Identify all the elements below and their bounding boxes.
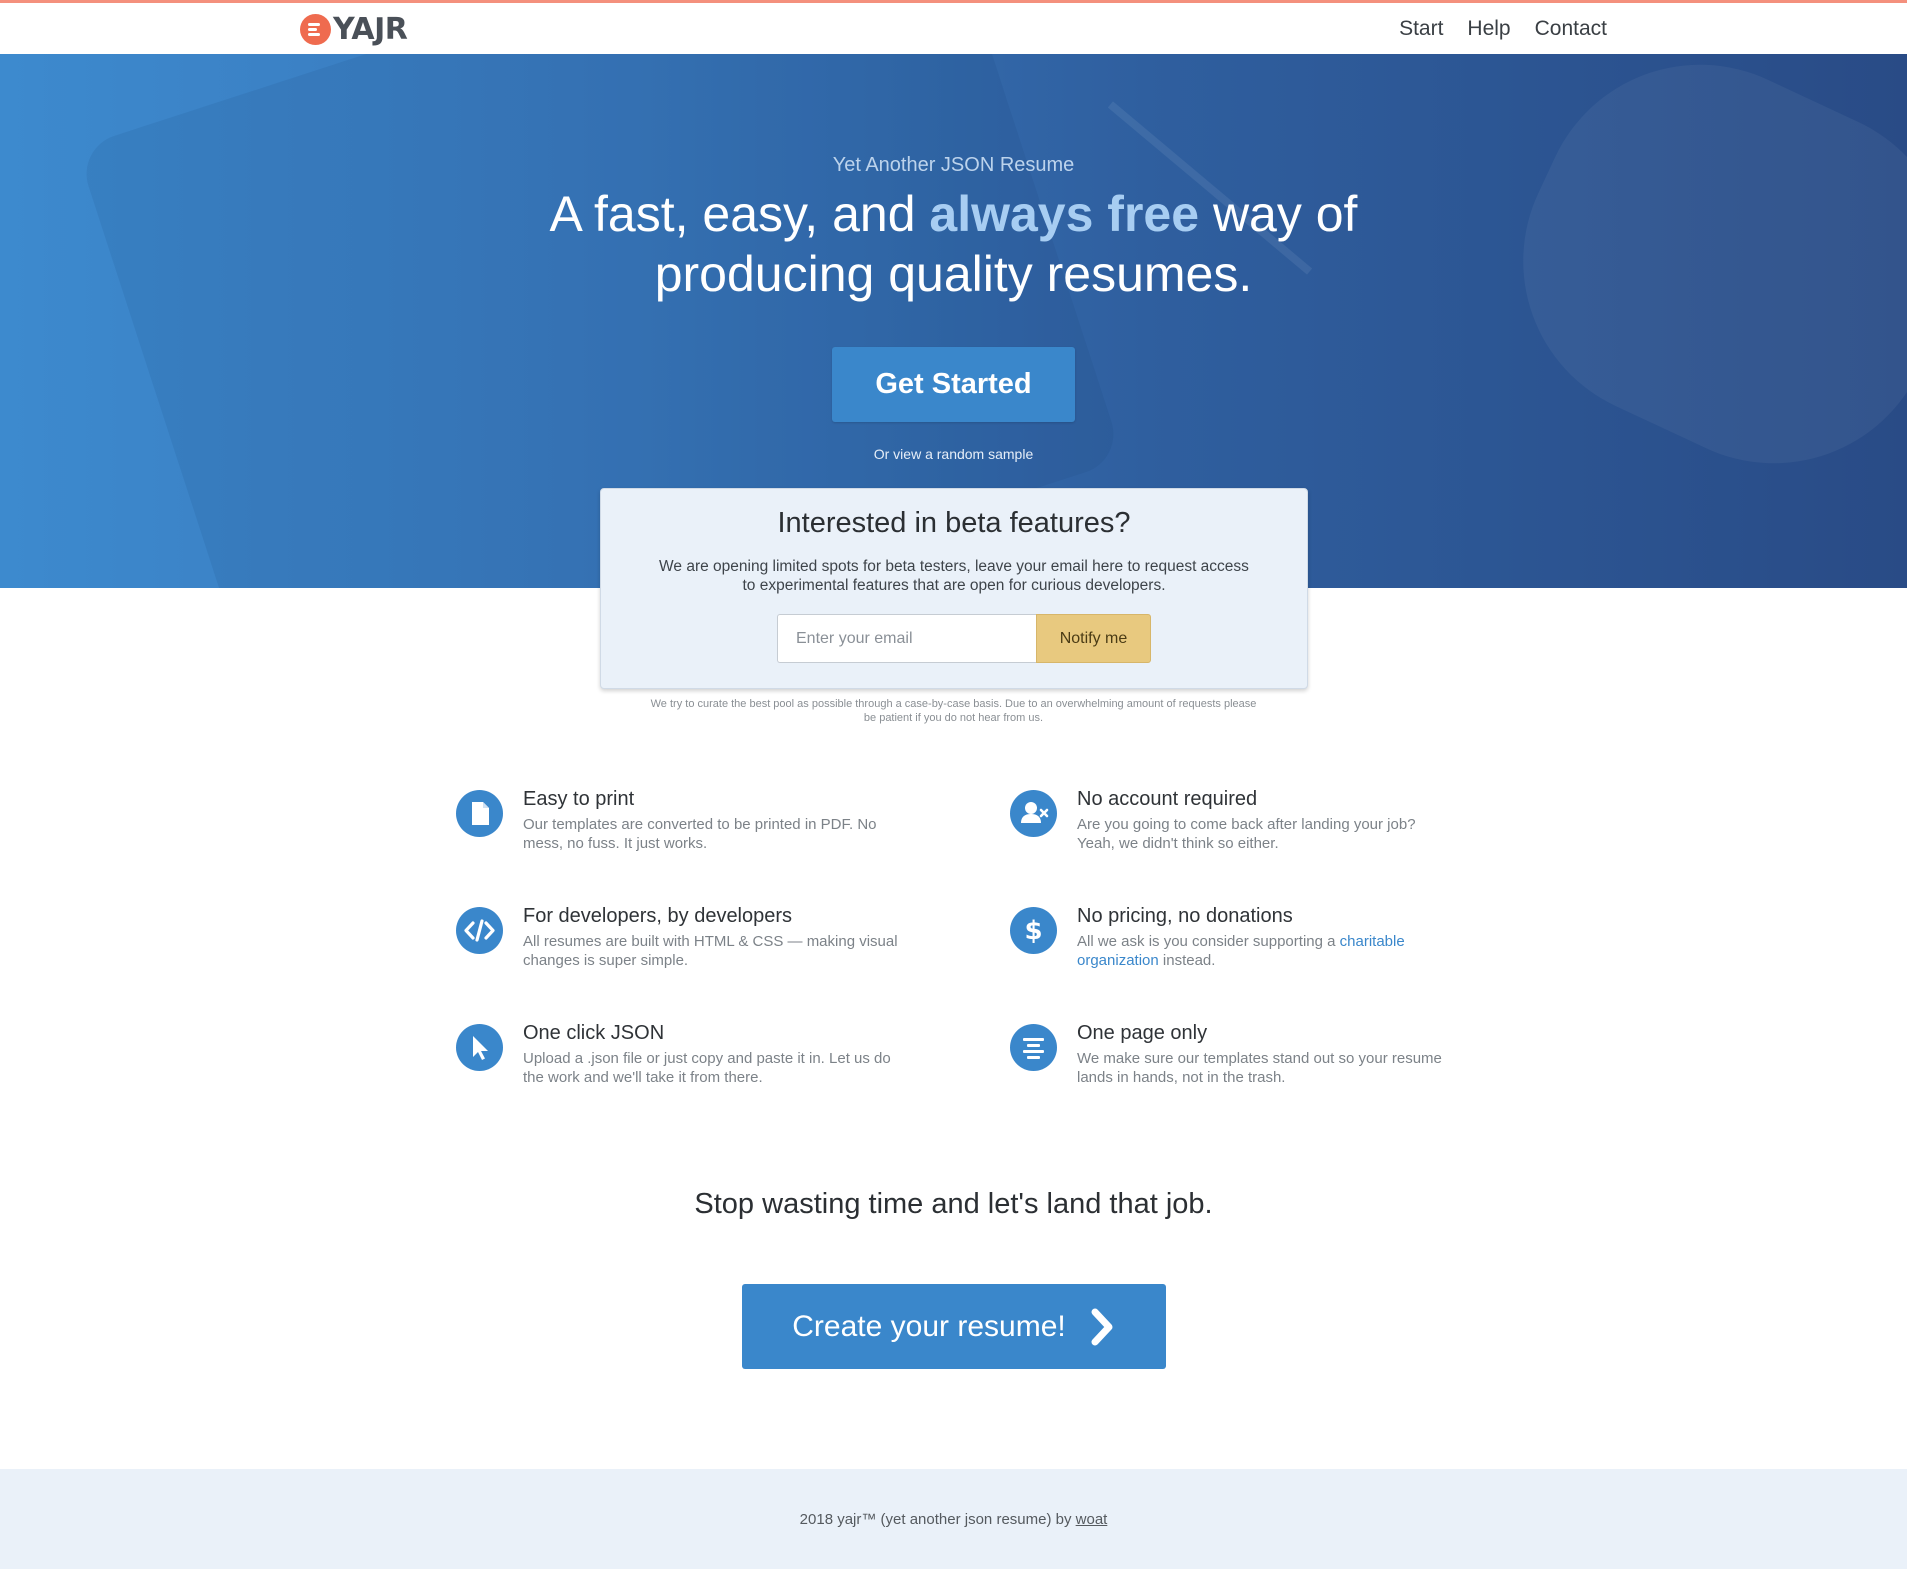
nav-link-contact[interactable]: Contact xyxy=(1535,17,1607,41)
tagline: Stop wasting time and let's land that jo… xyxy=(694,1188,1213,1220)
feature-one-page: One page only We make sure our templates… xyxy=(1010,1022,1442,1092)
brand-name: YAJR xyxy=(333,11,408,47)
create-resume-label: Create your resume! xyxy=(792,1309,1066,1343)
chevron-right-icon xyxy=(1091,1308,1113,1345)
feature-title: One page only xyxy=(1077,1022,1208,1044)
feature-text: We make sure our templates stand out so … xyxy=(1077,1050,1442,1086)
feature-easy-to-print: Easy to print Our templates are converte… xyxy=(456,788,886,858)
beta-title: Interested in beta features? xyxy=(777,507,1131,539)
beta-fine-print: We try to curate the best pool as possib… xyxy=(650,698,1257,724)
feature-text-before: All we ask is you consider supporting a xyxy=(1077,933,1340,950)
footer-copyright: 2018 yajr™ (yet another json resume) by xyxy=(799,1511,1076,1528)
get-started-button[interactable]: Get Started xyxy=(832,347,1075,422)
beta-signup-card: Interested in beta features? We are open… xyxy=(600,488,1308,689)
feature-title: For developers, by developers xyxy=(523,905,793,927)
footer-author-link[interactable]: woat xyxy=(1076,1511,1108,1528)
feature-one-click-json: One click JSON Upload a .json file or ju… xyxy=(456,1022,891,1092)
document-icon xyxy=(456,790,503,837)
create-resume-button[interactable]: Create your resume! xyxy=(742,1284,1166,1369)
feature-text: Upload a .json file or just copy and pas… xyxy=(523,1050,891,1086)
feature-text: Our templates are converted to be printe… xyxy=(523,816,877,852)
notify-me-button[interactable]: Notify me xyxy=(1036,614,1151,663)
feature-no-pricing: $ No pricing, no donations All we ask is… xyxy=(1010,905,1440,975)
feature-title: No account required xyxy=(1077,788,1258,810)
feature-text-after: instead. xyxy=(1158,952,1216,969)
user-remove-icon xyxy=(1010,790,1057,837)
nav-link-start[interactable]: Start xyxy=(1399,17,1443,41)
email-input[interactable] xyxy=(777,614,1036,663)
dollar-icon: $ xyxy=(1010,907,1057,954)
nav-links: Start Help Contact xyxy=(1399,17,1607,41)
beta-description: We are opening limited spots for beta te… xyxy=(659,558,1249,594)
headline-part2: way of xyxy=(1199,186,1358,242)
headline-part1: A fast, easy, and xyxy=(549,186,930,242)
code-icon xyxy=(456,907,503,954)
feature-no-account: No account required Are you going to com… xyxy=(1010,788,1440,858)
hero-headline: A fast, easy, and always free way of pro… xyxy=(0,184,1907,304)
align-center-icon xyxy=(1010,1024,1057,1071)
headline-line2: producing quality resumes. xyxy=(654,246,1253,302)
brand-logo[interactable]: YAJR xyxy=(300,11,408,47)
feature-title: Easy to print xyxy=(523,788,635,810)
feature-text: Are you going to come back after landing… xyxy=(1077,816,1416,852)
nav-link-help[interactable]: Help xyxy=(1467,17,1510,41)
beta-form: Notify me xyxy=(777,614,1151,663)
feature-text: All resumes are built with HTML & CSS — … xyxy=(523,933,898,969)
headline-highlight: always free xyxy=(929,186,1200,242)
feature-title: One click JSON xyxy=(523,1022,665,1044)
logo-icon xyxy=(300,13,331,45)
footer: 2018 yajr™ (yet another json resume) by … xyxy=(0,1469,1907,1569)
feature-text: All we ask is you consider supporting a … xyxy=(1077,932,1457,970)
navbar: YAJR Start Help Contact xyxy=(0,3,1907,54)
feature-developers: For developers, by developers All resume… xyxy=(456,905,898,975)
random-sample-link[interactable]: Or view a random sample xyxy=(0,446,1907,462)
footer-text: 2018 yajr™ (yet another json resume) by … xyxy=(0,1511,1907,1528)
svg-text:$: $ xyxy=(1024,916,1042,946)
hero-eyebrow: Yet Another JSON Resume xyxy=(832,154,1075,176)
cursor-icon xyxy=(456,1024,503,1071)
feature-title: No pricing, no donations xyxy=(1077,905,1293,927)
